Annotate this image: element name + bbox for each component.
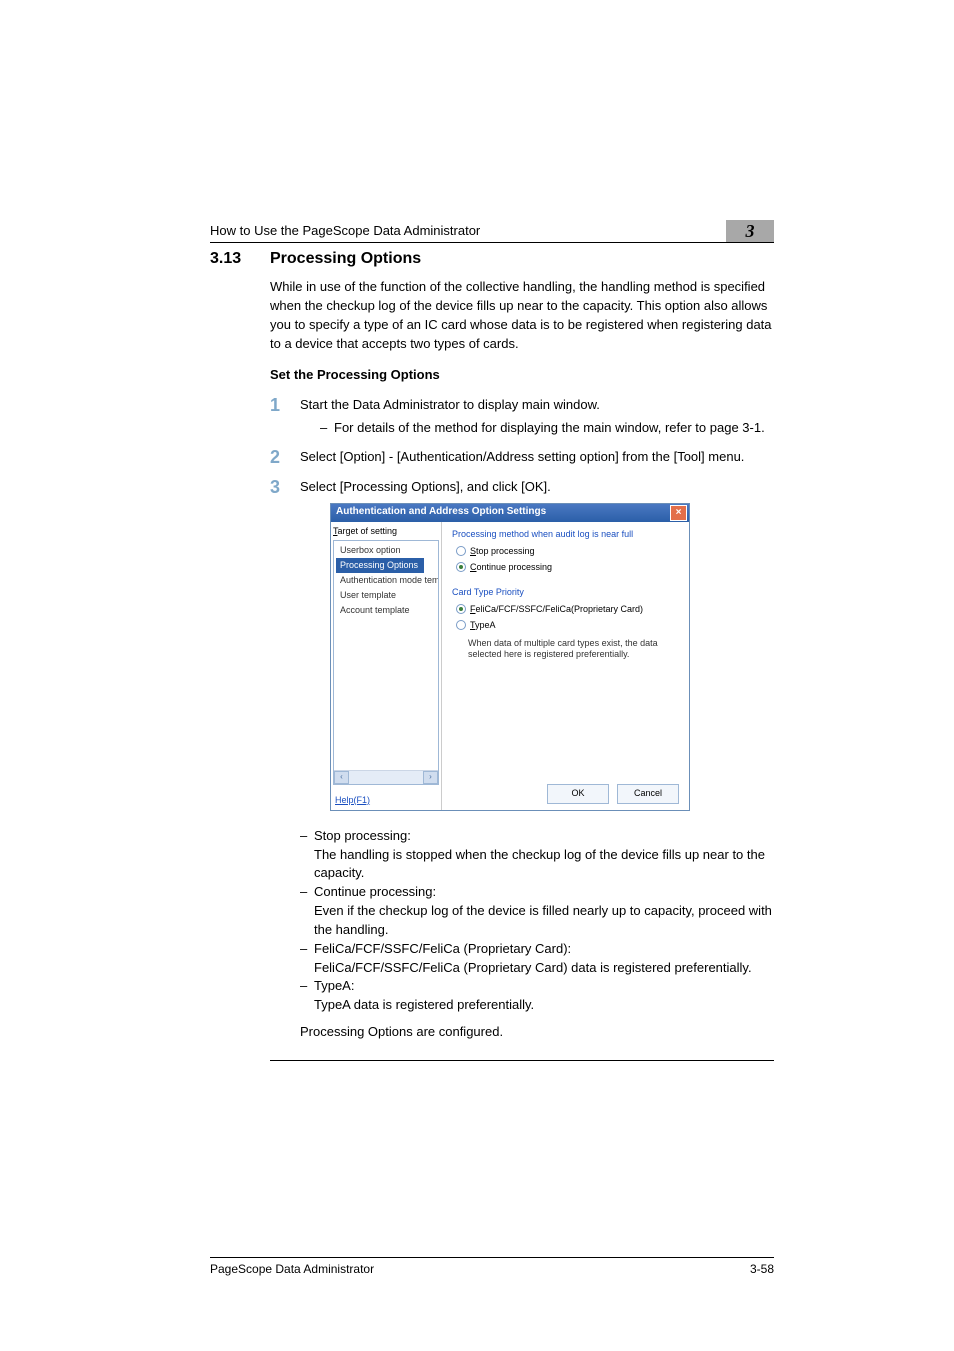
tree-label: Target of setting [333, 525, 439, 538]
explanation-item: – FeliCa/FCF/SSFC/FeliCa (Proprietary Ca… [300, 940, 774, 978]
tree-item[interactable]: Account template [336, 603, 438, 618]
dialog-body: Target of setting Userbox option Process… [331, 522, 689, 810]
step-body: Select [Option] - [Authentication/Addres… [300, 448, 774, 468]
radio-label: Continue processing [470, 561, 552, 574]
document-page: How to Use the PageScope Data Administra… [0, 0, 954, 1351]
step-body: Select [Processing Options], and click [… [300, 478, 774, 1042]
tree-item[interactable]: Authentication mode tem [336, 573, 438, 588]
footer-left: PageScope Data Administrator [210, 1262, 374, 1276]
step-number: 3 [270, 478, 300, 1042]
section-title: Processing Options [270, 250, 421, 268]
radio-label: FeliCa/FCF/SSFC/FeliCa(Proprietary Card) [470, 603, 643, 616]
sub-heading: Set the Processing Options [270, 367, 774, 382]
explanation-item: – Stop processing: The handling is stopp… [300, 827, 774, 884]
step-number: 1 [270, 396, 300, 438]
options-dialog: Authentication and Address Option Settin… [330, 503, 690, 811]
radio-icon[interactable] [456, 620, 466, 630]
section-number: 3.13 [210, 250, 270, 268]
tree-item[interactable]: Userbox option [336, 543, 438, 558]
dash-icon: – [300, 827, 314, 884]
radio-typea[interactable]: TypeA [456, 619, 681, 632]
tree-item-selected[interactable]: Processing Options [336, 558, 424, 573]
dialog-button-row: OK Cancel [547, 784, 679, 804]
explanation-list: – Stop processing: The handling is stopp… [300, 827, 774, 1015]
dialog-titlebar: Authentication and Address Option Settin… [331, 504, 689, 522]
step-text: Select [Option] - [Authentication/Addres… [300, 449, 744, 464]
running-head-row: How to Use the PageScope Data Administra… [210, 220, 774, 243]
section-heading: 3.13 Processing Options [210, 250, 774, 268]
ok-button[interactable]: OK [547, 784, 609, 804]
radio-felica[interactable]: FeliCa/FCF/SSFC/FeliCa(Proprietary Card) [456, 603, 681, 616]
chapter-number: 3 [746, 221, 755, 242]
help-link[interactable]: Help(F1) [335, 794, 370, 807]
chapter-number-box: 3 [726, 220, 774, 242]
scroll-right-icon[interactable]: › [423, 771, 438, 784]
dialog-title: Authentication and Address Option Settin… [336, 505, 546, 520]
explanation-item: – TypeA: TypeA data is registered prefer… [300, 977, 774, 1015]
radio-continue-processing[interactable]: Continue processing [456, 561, 681, 574]
explanation-text: FeliCa/FCF/SSFC/FeliCa (Proprietary Card… [314, 940, 752, 978]
settings-tree[interactable]: Userbox option Processing Options Authen… [333, 540, 439, 785]
explanation-text: Stop processing: The handling is stopped… [314, 827, 774, 884]
tree-label-rest: arget of setting [338, 526, 398, 536]
step-body: Start the Data Administrator to display … [300, 396, 774, 438]
body-block: While in use of the function of the coll… [270, 278, 774, 1061]
dash-icon: – [300, 977, 314, 1015]
explanation-text: TypeA: TypeA data is registered preferen… [314, 977, 534, 1015]
footer-right: 3-58 [750, 1262, 774, 1276]
radio-icon[interactable] [456, 604, 466, 614]
dash-icon: – [300, 940, 314, 978]
closing-text: Processing Options are configured. [300, 1023, 774, 1042]
dash-icon: – [300, 883, 314, 940]
radio-label: TypeA [470, 619, 496, 632]
close-icon[interactable]: × [670, 505, 687, 521]
step-number: 2 [270, 448, 300, 468]
radio-label: Stop processing [470, 545, 535, 558]
dialog-left-panel: Target of setting Userbox option Process… [331, 522, 442, 810]
running-head-text: How to Use the PageScope Data Administra… [210, 223, 480, 242]
step: 3 Select [Processing Options], and click… [270, 478, 774, 1042]
tree-item[interactable]: User template [336, 588, 438, 603]
page-footer: PageScope Data Administrator 3-58 [210, 1257, 774, 1276]
step-text: Start the Data Administrator to display … [300, 397, 600, 412]
horizontal-rule [270, 1060, 774, 1061]
content-area: 3.13 Processing Options While in use of … [210, 250, 774, 1061]
step-sublist: – For details of the method for displayi… [300, 419, 774, 438]
step: 2 Select [Option] - [Authentication/Addr… [270, 448, 774, 468]
dialog-right-panel: Processing method when audit log is near… [442, 522, 689, 810]
group-label: Processing method when audit log is near… [452, 528, 681, 541]
cancel-button[interactable]: Cancel [617, 784, 679, 804]
radio-icon[interactable] [456, 546, 466, 556]
scroll-left-icon[interactable]: ‹ [334, 771, 349, 784]
hint-text: When data of multiple card types exist, … [468, 638, 681, 661]
explanation-item: – Continue processing: Even if the check… [300, 883, 774, 940]
step: 1 Start the Data Administrator to displa… [270, 396, 774, 438]
group-label: Card Type Priority [452, 586, 681, 599]
sublist-item: – For details of the method for displayi… [320, 419, 774, 438]
step-text: Select [Processing Options], and click [… [300, 479, 551, 494]
radio-icon[interactable] [456, 562, 466, 572]
explanation-text: Continue processing: Even if the checkup… [314, 883, 774, 940]
radio-stop-processing[interactable]: Stop processing [456, 545, 681, 558]
dash-icon: – [320, 419, 334, 438]
horizontal-scrollbar[interactable]: ‹ › [334, 770, 438, 784]
sublist-text: For details of the method for displaying… [334, 419, 765, 438]
intro-paragraph: While in use of the function of the coll… [270, 278, 774, 353]
